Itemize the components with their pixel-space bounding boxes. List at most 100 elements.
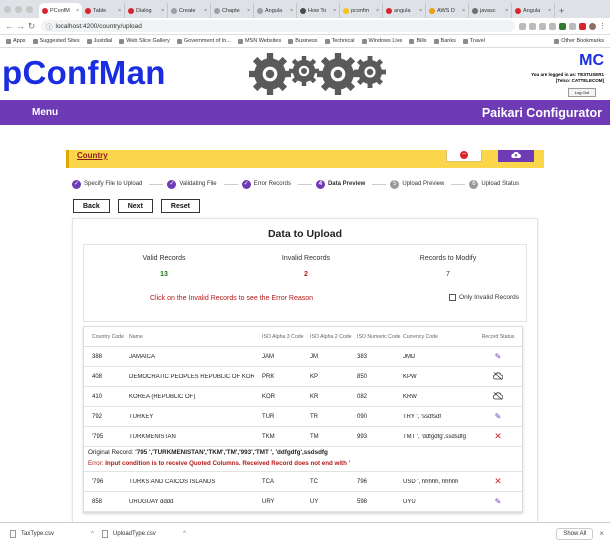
- logout-button[interactable]: Log Out: [567, 88, 596, 97]
- check-circle-icon: ✓: [241, 179, 251, 189]
- delete-x-icon[interactable]: ✕: [494, 431, 502, 441]
- column-header[interactable]: Country Code: [84, 334, 124, 340]
- table-row[interactable]: '795 TURKMENISTAN TKM TM 993 TMT ', 'ddfgdfg'…: [84, 427, 522, 447]
- bookmark-item[interactable]: Technical: [324, 38, 355, 44]
- tab-close-icon[interactable]: ×: [118, 8, 121, 14]
- table-row[interactable]: '796 TURKS AND CAICOS ISLANDS TCA TC 796 USD …: [84, 472, 522, 492]
- browser-tab[interactable]: Table ×: [82, 3, 125, 18]
- table-row[interactable]: 388 JAMAICA JAM JM 383 JMD ✎: [84, 347, 522, 367]
- tab-close-icon[interactable]: ×: [376, 8, 379, 14]
- browser-tab[interactable]: Create ×: [168, 3, 211, 18]
- browser-tab[interactable]: pconfm ×: [340, 3, 383, 18]
- tab-close-icon[interactable]: ×: [76, 8, 79, 14]
- column-header[interactable]: ISO Alpha 3 Code: [254, 334, 304, 340]
- edit-pencil-icon[interactable]: ✎: [495, 497, 502, 506]
- upload-button[interactable]: [498, 150, 534, 162]
- bookmark-item[interactable]: Apps: [6, 38, 26, 44]
- invalid-records-count[interactable]: 2: [236, 271, 376, 278]
- extension-icon[interactable]: [539, 22, 546, 30]
- download-item[interactable]: UploadType.csv ^: [98, 529, 190, 538]
- only-invalid-checkbox[interactable]: [449, 294, 457, 301]
- column-header[interactable]: ISO Numeric Code: [349, 334, 401, 340]
- extension-icon[interactable]: [559, 22, 566, 30]
- chevron-up-icon[interactable]: ^: [183, 531, 186, 537]
- cell-cur: JMD: [403, 353, 416, 360]
- minimize-window-icon[interactable]: [15, 5, 22, 13]
- extension-icon[interactable]: [549, 22, 556, 30]
- chevron-up-icon[interactable]: ^: [91, 531, 94, 537]
- invalid-records[interactable]: Invalid Records 2: [236, 255, 376, 278]
- delete-x-icon[interactable]: ✕: [494, 476, 502, 486]
- table-row[interactable]: 410 KOREA (REPUBLIC OF) KOR KR 082 KRW: [84, 387, 522, 407]
- edit-pencil-icon[interactable]: ✎: [495, 412, 502, 421]
- bookmark-item[interactable]: Government of In...: [176, 38, 231, 44]
- column-header[interactable]: ISO Alpha 2 Code: [302, 334, 352, 340]
- remove-button[interactable]: −: [446, 150, 482, 162]
- bookmark-item[interactable]: Suggested Sites: [32, 38, 80, 44]
- column-header[interactable]: Record Status: [475, 334, 521, 340]
- country-link[interactable]: Country: [77, 151, 108, 160]
- browser-tab[interactable]: Angula ×: [512, 3, 555, 18]
- column-header[interactable]: Currency Code: [397, 334, 475, 340]
- column-header[interactable]: Name: [120, 334, 254, 340]
- reset-button[interactable]: Reset: [160, 199, 200, 213]
- cloud-off-icon[interactable]: [492, 371, 504, 382]
- bookmark-item[interactable]: Windows Live: [361, 38, 402, 44]
- bookmark-item[interactable]: Web Slice Gallery: [119, 38, 170, 44]
- table-row[interactable]: 408 DEMOCRATIC PEOPLES REPUBLIC OF KOREA P…: [84, 367, 522, 387]
- tab-close-icon[interactable]: ×: [548, 8, 551, 14]
- edit-pencil-icon[interactable]: ✎: [495, 352, 502, 361]
- extension-icon[interactable]: [569, 22, 576, 30]
- browser-tab[interactable]: AWS D ×: [426, 3, 469, 18]
- maximize-window-icon[interactable]: [26, 5, 33, 13]
- extension-icon[interactable]: [579, 22, 586, 30]
- tab-close-icon[interactable]: ×: [247, 8, 250, 14]
- reload-icon[interactable]: ↻: [26, 21, 37, 32]
- show-all-button[interactable]: Show All: [556, 527, 594, 540]
- tab-close-icon[interactable]: ×: [161, 8, 164, 14]
- back-button[interactable]: Back: [73, 199, 110, 213]
- profile-avatar-icon[interactable]: [589, 22, 596, 30]
- tab-close-icon[interactable]: ×: [290, 8, 293, 14]
- app-logo[interactable]: pConfMan: [2, 54, 166, 92]
- next-button[interactable]: Next: [117, 199, 153, 213]
- browser-tab[interactable]: Dialog ×: [125, 3, 168, 18]
- extension-icon[interactable]: [529, 22, 536, 30]
- url-field[interactable]: ⓘ localhost:4200/country/upload: [41, 20, 515, 32]
- tab-close-icon[interactable]: ×: [462, 8, 465, 14]
- tab-close-icon[interactable]: ×: [333, 8, 336, 14]
- tab-favicon-icon: [429, 7, 435, 14]
- bookmark-item[interactable]: MSN Websites: [237, 38, 281, 44]
- download-item[interactable]: TaxType.csv ^: [6, 529, 98, 538]
- tab-close-icon[interactable]: ×: [505, 8, 508, 14]
- bookmark-item[interactable]: Justdial: [86, 38, 112, 44]
- back-arrow-icon[interactable]: ←: [4, 21, 15, 31]
- bookmark-item[interactable]: Business: [288, 38, 318, 44]
- browser-tab[interactable]: How To ×: [297, 3, 340, 18]
- menu-dots-icon[interactable]: ⋮: [599, 23, 606, 30]
- extension-icon[interactable]: [519, 22, 526, 30]
- bookmark-item[interactable]: Banks: [433, 38, 456, 44]
- table-row[interactable]: 792 TURKEY TUR TR 090 TRY ', 'ssdfsdf ✎: [84, 407, 522, 427]
- cloud-off-icon[interactable]: [492, 391, 504, 402]
- forward-arrow-icon[interactable]: →: [15, 21, 26, 31]
- tab-close-icon[interactable]: ×: [419, 8, 422, 14]
- browser-tab[interactable]: PConfM ×: [39, 3, 82, 18]
- invalid-records-label[interactable]: Invalid Records: [236, 255, 376, 262]
- menu-button[interactable]: Menu: [32, 107, 58, 118]
- browser-tab[interactable]: Chapte ×: [211, 3, 254, 18]
- only-invalid-toggle[interactable]: Only Invalid Records: [449, 294, 519, 301]
- browser-tab[interactable]: javasc ×: [469, 3, 512, 18]
- close-window-icon[interactable]: [4, 5, 11, 13]
- bookmark-item[interactable]: Travel: [462, 38, 485, 44]
- browser-tab[interactable]: angula ×: [383, 3, 426, 18]
- close-icon[interactable]: ×: [599, 529, 604, 538]
- bookmark-item[interactable]: Bills: [409, 38, 427, 44]
- tab-close-icon[interactable]: ×: [204, 8, 207, 14]
- other-bookmarks[interactable]: Other Bookmarks: [554, 38, 604, 44]
- folder-icon: [554, 38, 560, 44]
- table-row[interactable]: 858 URUGUAY dddd URY UY 598 UYU ✎: [84, 492, 522, 512]
- browser-tab[interactable]: Angula ×: [254, 3, 297, 18]
- user-info: You are logged in as: TESTUSER1 [Telco: …: [531, 72, 604, 84]
- new-tab-button[interactable]: +: [555, 3, 568, 18]
